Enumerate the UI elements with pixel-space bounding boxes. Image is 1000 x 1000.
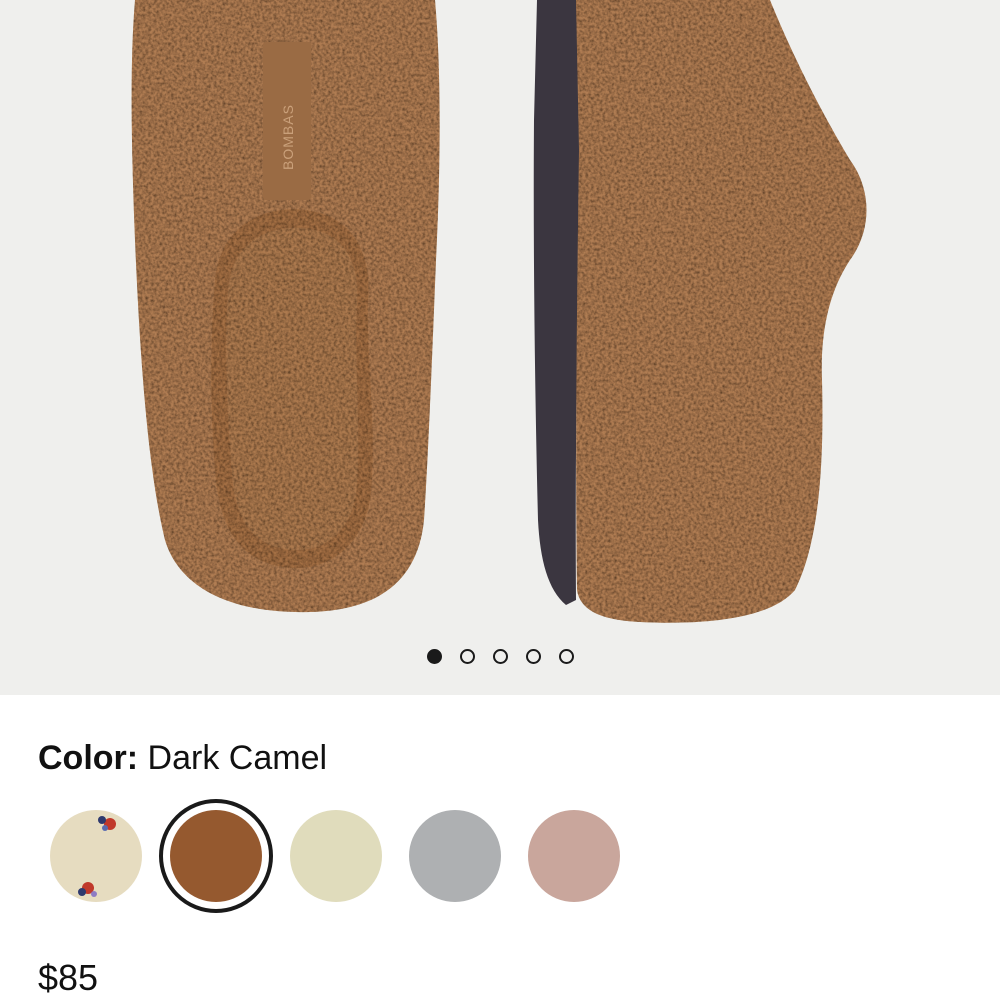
carousel-dot-3[interactable]: [492, 649, 508, 664]
swatch-floral-print[interactable]: [50, 810, 142, 902]
color-swatches: [50, 799, 650, 913]
floral-pattern-icon: [78, 816, 116, 897]
carousel-dot-1[interactable]: [426, 649, 442, 664]
swatch-gray[interactable]: [409, 810, 501, 902]
carousel-dot-5[interactable]: [558, 649, 574, 664]
color-selection-label: Color: Dark Camel: [38, 738, 327, 778]
slipper-product-image: BOMBAS: [131, 0, 867, 623]
swatch-dark-camel[interactable]: [159, 799, 273, 913]
carousel-dot-4[interactable]: [525, 649, 541, 664]
carousel-dot-2[interactable]: [459, 649, 475, 664]
brand-tag-text: BOMBAS: [280, 104, 296, 170]
right-slipper: [533, 0, 867, 623]
selected-color-name: Dark Camel: [147, 739, 328, 777]
swatch-blush[interactable]: [528, 810, 620, 902]
swatch-cream[interactable]: [290, 810, 382, 902]
swatch-dark-camel-fill: [170, 810, 262, 902]
color-label: Color:: [38, 739, 139, 777]
product-price: $85: [38, 957, 99, 998]
carousel-dots: [0, 649, 1000, 664]
product-image-gallery[interactable]: BOMBAS: [0, 0, 1000, 695]
